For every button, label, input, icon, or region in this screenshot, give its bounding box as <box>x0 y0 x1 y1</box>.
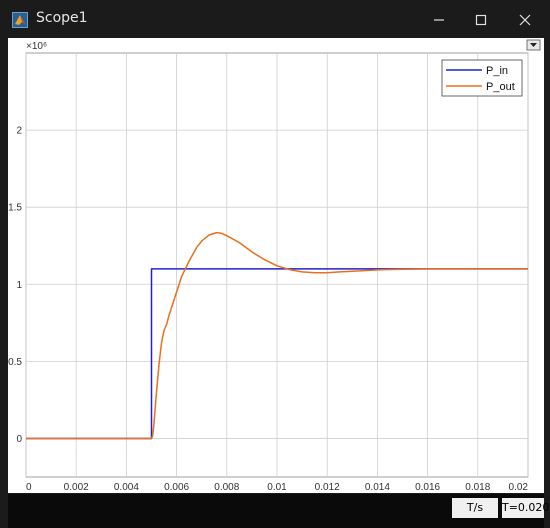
sim-time-field: T=0.020 <box>502 498 549 518</box>
scope-display: 0 0.002 0.004 0.006 0.008 0.01 0.012 0.014 0.016… <box>8 38 544 493</box>
close-button[interactable] <box>502 0 548 40</box>
x-tick-label: 0.012 <box>315 482 340 493</box>
y-tick-label: 2 <box>16 126 22 137</box>
x-tick-label: 0.01 <box>267 482 287 493</box>
scope-chart[interactable]: 0 0.002 0.004 0.006 0.008 0.01 0.012 0.014 0.016… <box>8 38 544 493</box>
x-tick-label: 0.02 <box>509 482 529 493</box>
x-tick-label: 0.006 <box>164 482 189 493</box>
title-bar: Scope1 <box>0 0 550 40</box>
x-tick-label: 0.004 <box>114 482 139 493</box>
maximize-icon <box>475 14 487 26</box>
x-tick-label: 0.018 <box>465 482 490 493</box>
maximize-button[interactable] <box>458 0 504 40</box>
y-exponent-label: ×10⁶ <box>26 41 47 52</box>
minimize-icon <box>434 19 444 21</box>
close-icon <box>519 14 531 26</box>
y-tick-label: 1.5 <box>8 203 22 214</box>
legend-label-p-in: P_in <box>486 65 508 77</box>
y-tick-label: 1 <box>16 280 22 291</box>
legend-label-p-out: P_out <box>486 81 515 93</box>
x-tick-label: 0.002 <box>64 482 89 493</box>
y-tick-label: 0 <box>16 434 22 445</box>
x-tick-label: 0.016 <box>415 482 440 493</box>
x-tick-label: 0.014 <box>365 482 390 493</box>
matlab-scope-icon <box>12 12 28 28</box>
minimize-button[interactable] <box>416 0 462 40</box>
collapse-toolbar-button[interactable] <box>526 39 541 51</box>
x-tick-label: 0.008 <box>214 482 239 493</box>
x-tick-label: 0 <box>26 482 32 493</box>
time-unit-field: T/s <box>452 498 498 518</box>
y-tick-label: 0.5 <box>8 357 22 368</box>
window-title: Scope1 <box>36 10 88 26</box>
legend[interactable]: P_in P_out <box>441 59 523 97</box>
